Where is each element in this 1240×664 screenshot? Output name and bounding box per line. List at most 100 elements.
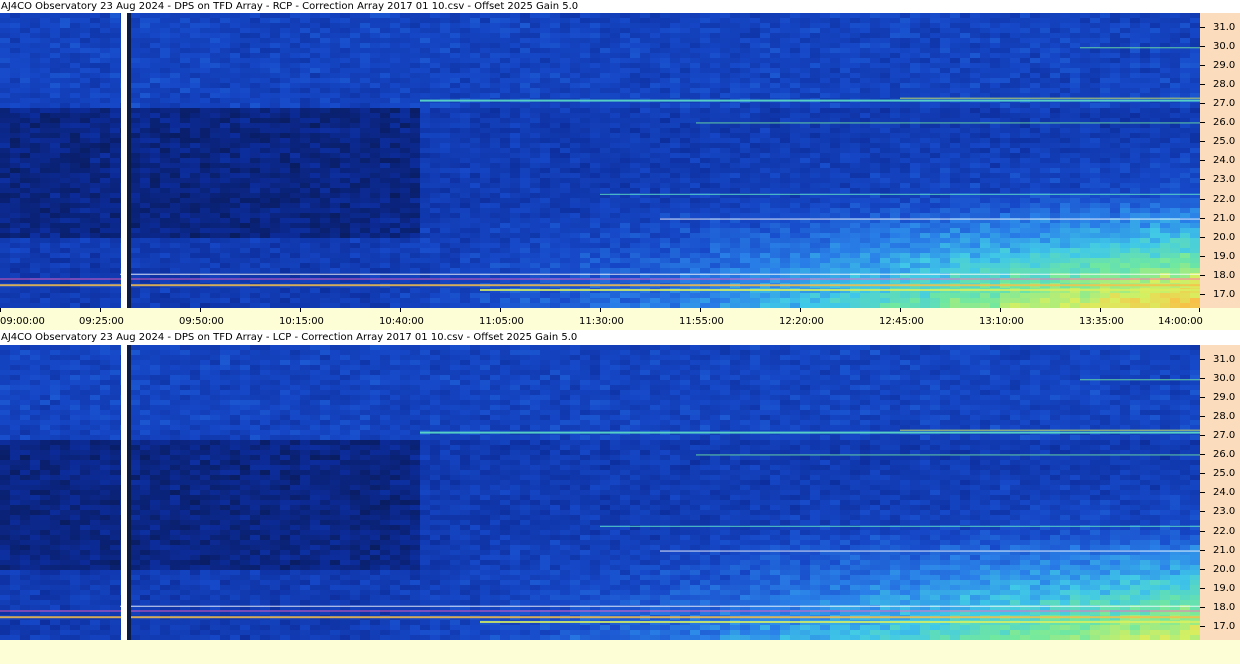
spectrogram-cell: [880, 23, 890, 28]
spectrogram-cell: [630, 138, 640, 143]
spectrogram-cell: [190, 108, 200, 113]
spectrogram-cell: [1000, 133, 1010, 138]
spectrogram-cell: [450, 118, 460, 123]
spectrogram-cell: [350, 88, 360, 93]
spectrogram-cell: [830, 68, 840, 73]
spectrogram-cell: [170, 33, 180, 38]
spectrogram-cell: [210, 148, 220, 153]
spectrogram-cell: [550, 128, 560, 133]
spectrogram-cell: [300, 153, 310, 158]
spectrogram-cell: [870, 213, 880, 218]
spectrogram-cell: [50, 198, 60, 203]
spectrogram-cell: [350, 123, 360, 128]
spectrogram-cell: [680, 58, 690, 63]
spectrogram-cell: [560, 168, 570, 173]
spectrogram-cell: [820, 33, 830, 38]
spectrogram-cell: [250, 18, 260, 23]
spectrogram-cell: [210, 133, 220, 138]
spectrogram-cell: [60, 18, 70, 23]
spectrogram-cell: [1090, 23, 1100, 28]
spectrogram-cell: [490, 198, 500, 203]
spectrogram-cell: [1170, 103, 1180, 108]
spectrogram-cell: [90, 23, 100, 28]
spectrogram-cell: [1060, 83, 1070, 88]
spectrogram-cell: [560, 143, 570, 148]
spectrogram-cell: [190, 83, 200, 88]
spectrogram-cell: [710, 208, 720, 213]
spectrogram-cell: [650, 78, 660, 83]
spectrogram-cell: [360, 123, 370, 128]
spectrogram-cell: [660, 118, 670, 123]
spectrogram-cell: [20, 78, 30, 83]
spectrogram-cell: [520, 153, 530, 158]
spectrogram-cell: [10, 153, 20, 158]
spectrogram-cell: [660, 63, 670, 68]
rcp-spectrogram[interactable]: [0, 13, 1200, 308]
spectrogram-cell: [1110, 33, 1120, 38]
spectrogram-cell: [1080, 83, 1090, 88]
spectrogram-cell: [730, 138, 740, 143]
spectrogram-cell: [450, 183, 460, 188]
spectrogram-cell: [200, 98, 210, 103]
spectrogram-cell: [980, 93, 990, 98]
spectrogram-cell: [350, 168, 360, 173]
spectrogram-cell: [510, 33, 520, 38]
spectrogram-cell: [1090, 108, 1100, 113]
spectrogram-cell: [490, 138, 500, 143]
spectrogram-cell: [890, 13, 900, 18]
spectrogram-cell: [330, 43, 340, 48]
spectrogram-cell: [370, 113, 380, 118]
spectrogram-cell: [470, 73, 480, 78]
spectrogram-cell: [260, 103, 270, 108]
spectrogram-cell: [890, 128, 900, 133]
spectrogram-cell: [860, 108, 870, 113]
spectrogram-cell: [350, 153, 360, 158]
spectrogram-cell: [360, 33, 370, 38]
spectrogram-cell: [60, 183, 70, 188]
spectrogram-cell: [710, 28, 720, 33]
spectrogram-cell: [430, 218, 440, 223]
spectrogram-cell: [1180, 168, 1190, 173]
spectrogram-cell: [210, 13, 220, 18]
spectrogram-cell: [310, 198, 320, 203]
spectrogram-cell: [1020, 28, 1030, 33]
spectrogram-cell: [230, 203, 240, 208]
spectrogram-cell: [900, 13, 910, 18]
spectrogram-cell: [100, 138, 110, 143]
spectrogram-cell: [1060, 38, 1070, 43]
spectrogram-cell: [1080, 168, 1090, 173]
spectrogram-cell: [480, 33, 490, 38]
spectrogram-cell: [1190, 198, 1200, 203]
spectrogram-cell: [230, 153, 240, 158]
spectrogram-cell: [480, 108, 490, 113]
spectrogram-cell: [720, 33, 730, 38]
spectrogram-cell: [990, 23, 1000, 28]
spectrogram-cell: [1140, 213, 1150, 218]
spectrogram-cell: [1010, 18, 1020, 23]
spectrogram-cell: [820, 63, 830, 68]
spectrogram-cell: [930, 33, 940, 38]
spectrogram-cell: [160, 188, 170, 193]
spectrogram-cell: [440, 13, 450, 18]
spectrogram-cell: [250, 63, 260, 68]
spectrogram-cell: [1160, 128, 1170, 133]
spectrogram-cell: [1020, 93, 1030, 98]
spectrogram-cell: [290, 118, 300, 123]
spectrogram-cell: [460, 133, 470, 138]
spectrogram-cell: [830, 153, 840, 158]
spectrogram-cell: [390, 48, 400, 53]
spectrogram-cell: [770, 143, 780, 148]
spectrogram-cell: [270, 213, 280, 218]
spectrogram-cell: [660, 153, 670, 158]
spectrogram-cell: [880, 138, 890, 143]
spectrogram-cell: [690, 73, 700, 78]
spectrogram-cell: [480, 183, 490, 188]
spectrogram-cell: [270, 93, 280, 98]
spectrogram-cell: [80, 198, 90, 203]
spectrogram-cell: [280, 83, 290, 88]
spectrogram-cell: [60, 133, 70, 138]
spectrogram-cell: [1000, 78, 1010, 83]
spectrogram-cell: [1010, 88, 1020, 93]
spectrogram-cell: [360, 128, 370, 133]
spectrogram-cell: [600, 58, 610, 63]
